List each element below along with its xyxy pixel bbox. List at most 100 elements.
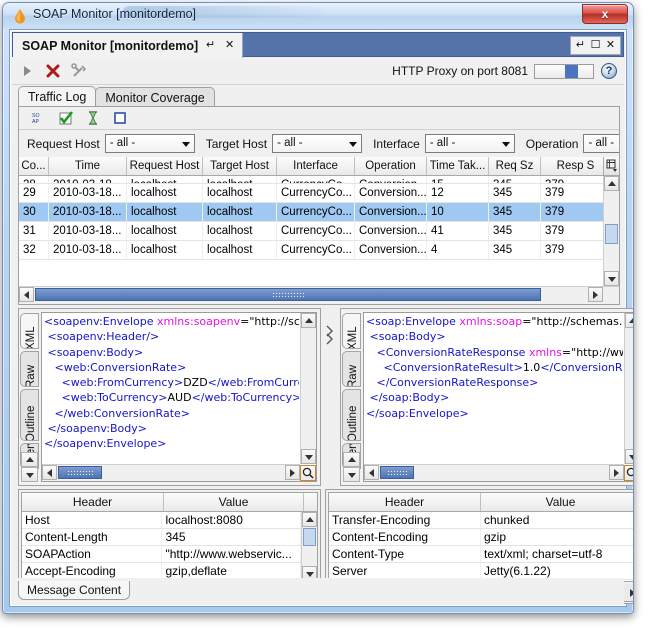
tools-icon[interactable]: [68, 60, 90, 82]
header-column-1[interactable]: Value: [481, 493, 633, 511]
monitor-pane-tab[interactable]: SOAP Monitor [monitordemo] ↵ ✕: [13, 33, 244, 58]
hourglass-icon[interactable]: [85, 110, 101, 126]
scroll-up-button[interactable]: [604, 176, 619, 191]
tab-monitor-coverage[interactable]: Monitor Coverage: [95, 87, 215, 107]
vtab-scroll-up-button[interactable]: [21, 452, 38, 467]
vtab-outline[interactable]: Outline: [20, 389, 39, 441]
xml-token: [44, 361, 55, 374]
header-row[interactable]: Host localhost:8080: [22, 512, 301, 529]
editor-split-handle[interactable]: [323, 310, 337, 484]
tab-message-content[interactable]: Message Content: [18, 581, 131, 600]
table-row[interactable]: 29 2010-03-18... localhost localhost Currenc…: [19, 184, 603, 203]
request-hscroll-thumb[interactable]: [58, 466, 102, 479]
soap-icon[interactable]: SO AP: [31, 110, 47, 126]
vtab-raw[interactable]: Raw: [20, 351, 39, 387]
column-chooser-button[interactable]: [603, 157, 619, 176]
empty-square-icon[interactable]: [112, 110, 128, 126]
header-row[interactable]: Content-Encoding gzip: [329, 529, 633, 546]
response-search-icon[interactable]: [624, 465, 633, 481]
request-scroll-down-button[interactable]: [301, 449, 316, 464]
checkbox-checked-icon[interactable]: [58, 110, 74, 126]
request-vscrollbar[interactable]: [300, 313, 316, 464]
filter-combo-target-host[interactable]: - all -: [272, 134, 363, 153]
scroll-down-button[interactable]: [604, 271, 619, 286]
pane-minimize-icon[interactable]: ↵: [574, 39, 587, 52]
pane-close-icon-2[interactable]: ✕: [604, 39, 617, 52]
vtab-scroll-down-button[interactable]: [343, 467, 360, 482]
vtab-raw[interactable]: Raw: [342, 351, 361, 387]
column-header-2[interactable]: Request Host: [127, 157, 203, 175]
request-headers-vscrollbar[interactable]: [301, 512, 317, 581]
response-hscroll-left-button[interactable]: [364, 465, 379, 480]
stop-x-icon[interactable]: [42, 60, 64, 82]
response-vscrollbar[interactable]: [624, 313, 633, 464]
request-search-icon[interactable]: [300, 465, 316, 481]
table-cell: CurrencyCo...: [277, 241, 355, 259]
xml-token: ="http://www.w: [561, 345, 623, 359]
hscroll-thumb[interactable]: [35, 288, 541, 301]
pane-maximize-icon[interactable]: ☐: [589, 39, 602, 52]
response-headers-table: Header Value Transfer-Encoding chunked Cont…: [328, 492, 633, 582]
vtab-label: Outline: [24, 405, 37, 441]
traffic-table-hscrollbar[interactable]: [19, 286, 619, 304]
request-scroll-up-button[interactable]: [301, 313, 316, 328]
tab-traffic-log[interactable]: Traffic Log: [18, 86, 97, 107]
header-row[interactable]: Content-Type text/xml; charset=utf-8: [329, 546, 633, 563]
table-row[interactable]: 30 2010-03-18... localhost localhost Currenc…: [19, 203, 603, 222]
column-header-3[interactable]: Target Host: [203, 157, 277, 175]
table-row[interactable]: 282010-03-18...localhostlocalhostCurrenc…: [19, 176, 603, 184]
header-column-1[interactable]: Value: [164, 493, 304, 511]
pane-close-icon[interactable]: ✕: [223, 39, 236, 52]
column-header-0[interactable]: Co...: [19, 157, 49, 175]
table-row[interactable]: 31 2010-03-18... localhost localhost Currenc…: [19, 222, 603, 241]
column-header-8[interactable]: Resp S: [541, 157, 611, 175]
table-row[interactable]: 32 2010-03-18... localhost localhost Currenc…: [19, 241, 603, 260]
column-header-4[interactable]: Interface: [277, 157, 355, 175]
pane-restore-icon[interactable]: ↵: [204, 39, 217, 52]
vtab-xml[interactable]: XML: [20, 313, 39, 349]
request-hscroll-left-button[interactable]: [42, 465, 57, 480]
play-arrow-icon[interactable]: [16, 60, 38, 82]
hscroll-right-button[interactable]: [588, 287, 603, 302]
header-column-0[interactable]: Header: [22, 493, 164, 511]
table-cell: 379: [541, 176, 603, 183]
proxy-slider-knob[interactable]: [565, 65, 578, 78]
vscroll-thumb[interactable]: [605, 224, 618, 244]
response-scroll-down-button[interactable]: [625, 449, 633, 464]
reqh-scroll-up-button[interactable]: [302, 512, 317, 527]
xml-token: DZD: [183, 376, 208, 390]
response-xml-area[interactable]: <soap:Envelope xmlns:soap="http://schema…: [363, 312, 633, 482]
header-column-0[interactable]: Header: [329, 493, 481, 511]
request-hscrollbar[interactable]: [42, 464, 300, 481]
header-row[interactable]: Transfer-Encoding chunked: [329, 512, 633, 529]
filter-combo-operation[interactable]: - all -: [583, 134, 619, 153]
request-hscroll-right-button[interactable]: [285, 465, 300, 480]
header-row[interactable]: Content-Length 345: [22, 529, 301, 546]
proxy-slider[interactable]: [534, 64, 594, 79]
column-header-5[interactable]: Operation: [355, 157, 427, 175]
column-header-1[interactable]: Time: [49, 157, 127, 175]
table-cell: localhost: [203, 222, 277, 240]
window-close-button[interactable]: x: [582, 4, 628, 24]
xml-token: ="http://schemas.xmlsoap: [522, 315, 623, 328]
column-header-6[interactable]: Time Tak...: [427, 157, 489, 175]
header-row[interactable]: SOAPAction "http://www.webservic...: [22, 546, 301, 563]
vtab-outline[interactable]: Outline: [342, 389, 361, 441]
hscroll-left-button[interactable]: [19, 287, 34, 302]
help-icon[interactable]: ?: [601, 63, 617, 79]
response-hscroll-thumb[interactable]: [380, 466, 414, 479]
filter-combo-interface[interactable]: - all -: [424, 134, 515, 153]
xml-token: [44, 391, 61, 404]
response-hscroll-right-button[interactable]: [609, 465, 624, 480]
reqh-vscroll-thumb[interactable]: [303, 528, 316, 546]
vtab-scroll-down-button[interactable]: [21, 467, 38, 482]
request-xml-area[interactable]: <soapenv:Envelope xmlns:soapenv="http://…: [41, 312, 317, 482]
filter-combo-request-host[interactable]: - all -: [104, 134, 195, 153]
response-hscrollbar[interactable]: [364, 464, 624, 481]
vtab-scroll-up-button[interactable]: [343, 452, 360, 467]
response-scroll-up-button[interactable]: [625, 313, 633, 328]
traffic-table-vscrollbar[interactable]: [603, 176, 619, 286]
xml-token: [44, 376, 61, 389]
column-header-7[interactable]: Req Sz: [489, 157, 541, 175]
vtab-xml[interactable]: XML: [342, 313, 361, 349]
